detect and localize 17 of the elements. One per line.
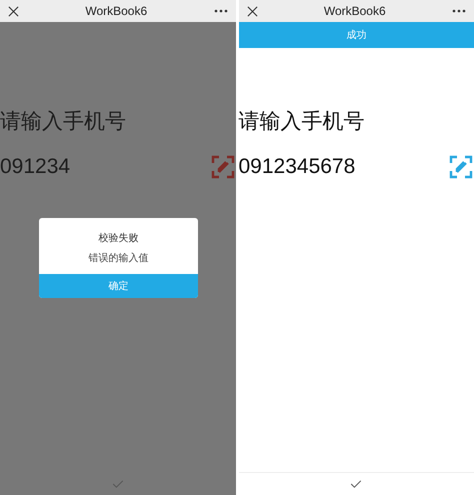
- prompt-label: 请输入手机号: [238, 108, 366, 135]
- prompt-label: 请输入手机号: [0, 108, 127, 135]
- success-banner: 成功: [238, 22, 474, 48]
- more-icon[interactable]: [452, 9, 466, 13]
- window-title: WorkBook6: [322, 4, 387, 18]
- close-icon[interactable]: [8, 6, 19, 16]
- confirm-button[interactable]: 确定: [39, 274, 198, 298]
- dialog-title: 校验失败: [98, 232, 138, 245]
- phone-value: 091234: [0, 155, 70, 179]
- check-icon[interactable]: [350, 480, 362, 488]
- check-icon[interactable]: [112, 480, 124, 488]
- close-icon[interactable]: [246, 6, 258, 16]
- window-title: WorkBook6: [84, 4, 148, 18]
- dialog-message: 错误的输入值: [88, 252, 148, 265]
- phone-value: 0912345678: [238, 155, 356, 179]
- scan-edit-icon[interactable]: [449, 155, 473, 179]
- more-icon[interactable]: [214, 9, 228, 13]
